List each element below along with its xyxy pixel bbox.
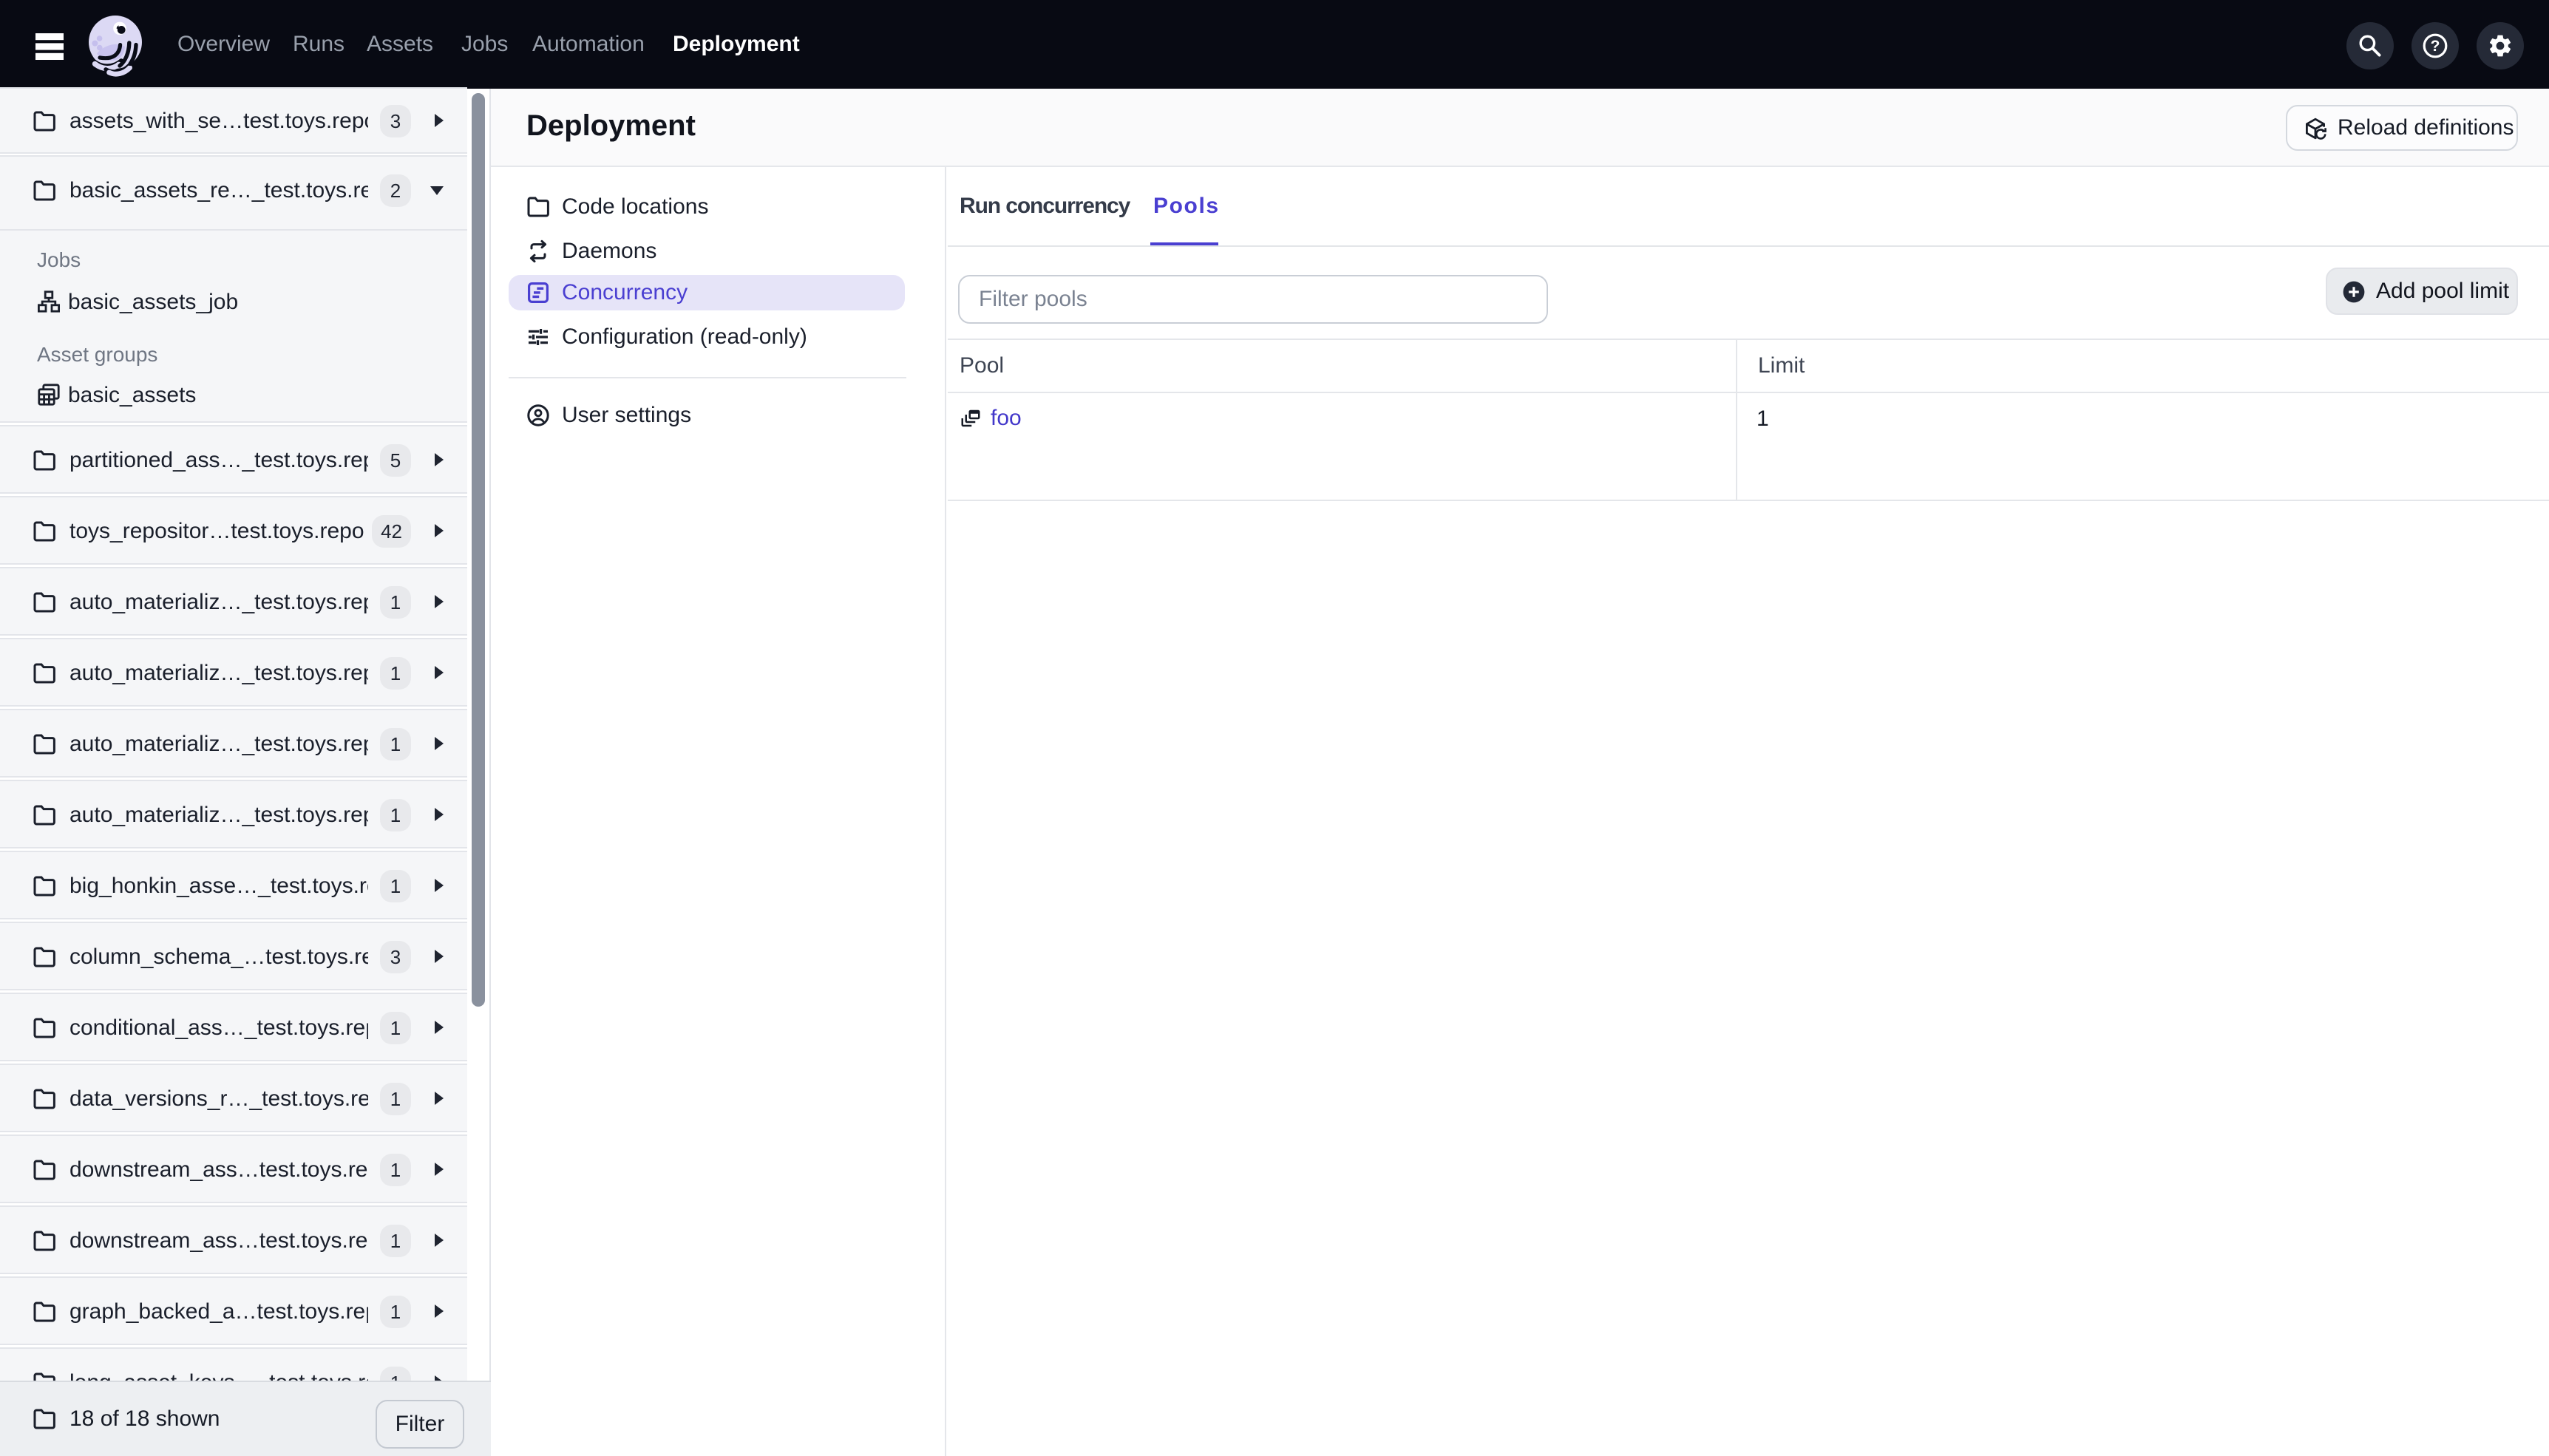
svg-text:?: ? <box>2431 38 2440 55</box>
